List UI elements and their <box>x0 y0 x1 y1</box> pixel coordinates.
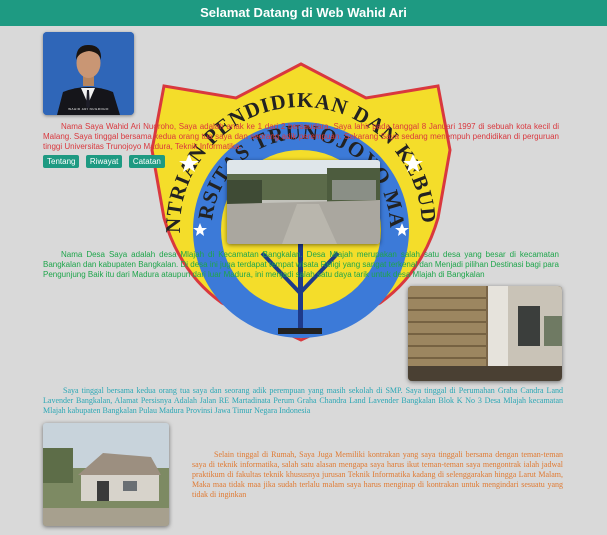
profile-photo-image <box>43 32 134 115</box>
house-photo <box>408 286 562 381</box>
rumah-photo-image <box>43 423 169 526</box>
tab-catatan[interactable]: Catatan <box>128 155 165 168</box>
village-paragraph: Nama Desa Saya adalah desa Mlajah di Kec… <box>43 250 559 279</box>
intro-paragraph: Nama Saya Wahid Ari Nugroho, Saya adalah… <box>43 122 559 151</box>
tab-tentang[interactable]: Tentang <box>43 155 80 168</box>
tab-bar: Tentang Riwayat Catatan <box>43 151 167 169</box>
family-paragraph: Saya tinggal bersama kedua orang tua say… <box>43 386 563 415</box>
page-header: Selamat Datang di Web Wahid Ari <box>0 0 607 26</box>
page-title: Selamat Datang di Web Wahid Ari <box>200 5 407 20</box>
road-photo <box>227 160 380 244</box>
rumah-paragraph: Selain tinggal di Rumah, Saya Juga Memil… <box>192 450 563 499</box>
profile-photo: WAHID ARI NUGROHO <box>43 32 134 115</box>
house-photo-image <box>408 286 562 381</box>
rumah-photo <box>43 423 169 526</box>
photo-caption: WAHID ARI NUGROHO <box>68 107 109 111</box>
road-photo-image <box>227 160 380 244</box>
tab-riwayat[interactable]: Riwayat <box>85 155 123 168</box>
